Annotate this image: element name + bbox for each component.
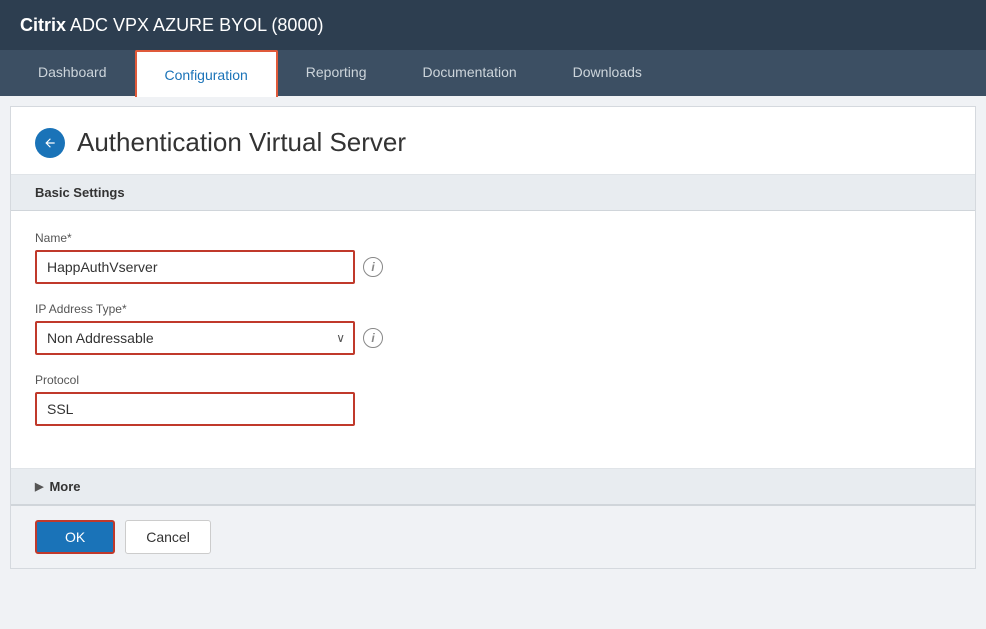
nav-item-configuration[interactable]: Configuration <box>135 50 278 97</box>
ip-address-type-select[interactable]: Non Addressable IPV4 IPV6 <box>35 321 355 355</box>
section-body-basic: Name* i IP Address Type* Non Add <box>11 211 975 468</box>
name-field-group: Name* i <box>35 231 951 284</box>
header: Citrix ADC VPX AZURE BYOL (8000) <box>0 0 986 50</box>
ok-button[interactable]: OK <box>35 520 115 554</box>
ip-address-type-field-row: Non Addressable IPV4 IPV6 i <box>35 321 951 355</box>
section-header-basic: Basic Settings <box>11 175 975 211</box>
protocol-field-group: Protocol <box>35 373 951 426</box>
name-label: Name* <box>35 231 951 245</box>
main-nav: Dashboard Configuration Reporting Docume… <box>0 50 986 96</box>
nav-item-downloads[interactable]: Downloads <box>545 50 670 97</box>
basic-settings-section: Basic Settings Name* i IP Address Type* <box>11 175 975 469</box>
page-title-bar: Authentication Virtual Server <box>11 107 975 175</box>
ip-address-type-label: IP Address Type* <box>35 302 951 316</box>
nav-item-dashboard[interactable]: Dashboard <box>10 50 135 97</box>
cancel-button[interactable]: Cancel <box>125 520 211 554</box>
protocol-input[interactable] <box>35 392 355 426</box>
page-title: Authentication Virtual Server <box>77 127 406 158</box>
header-title: Citrix ADC VPX AZURE BYOL (8000) <box>20 15 323 36</box>
brand-name: Citrix <box>20 15 66 35</box>
protocol-label: Protocol <box>35 373 951 387</box>
name-info-icon[interactable]: i <box>363 257 383 277</box>
protocol-field-row <box>35 392 951 426</box>
nav-item-documentation[interactable]: Documentation <box>394 50 544 97</box>
name-input[interactable] <box>35 250 355 284</box>
form-container: Basic Settings Name* i IP Address Type* <box>11 175 975 568</box>
name-field-row: i <box>35 250 951 284</box>
ip-address-info-icon[interactable]: i <box>363 328 383 348</box>
more-arrow-icon: ▶ <box>35 480 43 493</box>
app-title: ADC VPX AZURE BYOL (8000) <box>70 15 323 35</box>
ip-address-type-field-group: IP Address Type* Non Addressable IPV4 IP… <box>35 302 951 355</box>
ip-address-type-select-wrapper: Non Addressable IPV4 IPV6 <box>35 321 355 355</box>
back-button[interactable] <box>35 128 65 158</box>
main-content: Authentication Virtual Server Basic Sett… <box>10 106 976 569</box>
more-label: More <box>49 479 80 494</box>
more-section[interactable]: ▶ More <box>11 469 975 505</box>
footer-buttons: OK Cancel <box>11 505 975 568</box>
nav-item-reporting[interactable]: Reporting <box>278 50 395 97</box>
